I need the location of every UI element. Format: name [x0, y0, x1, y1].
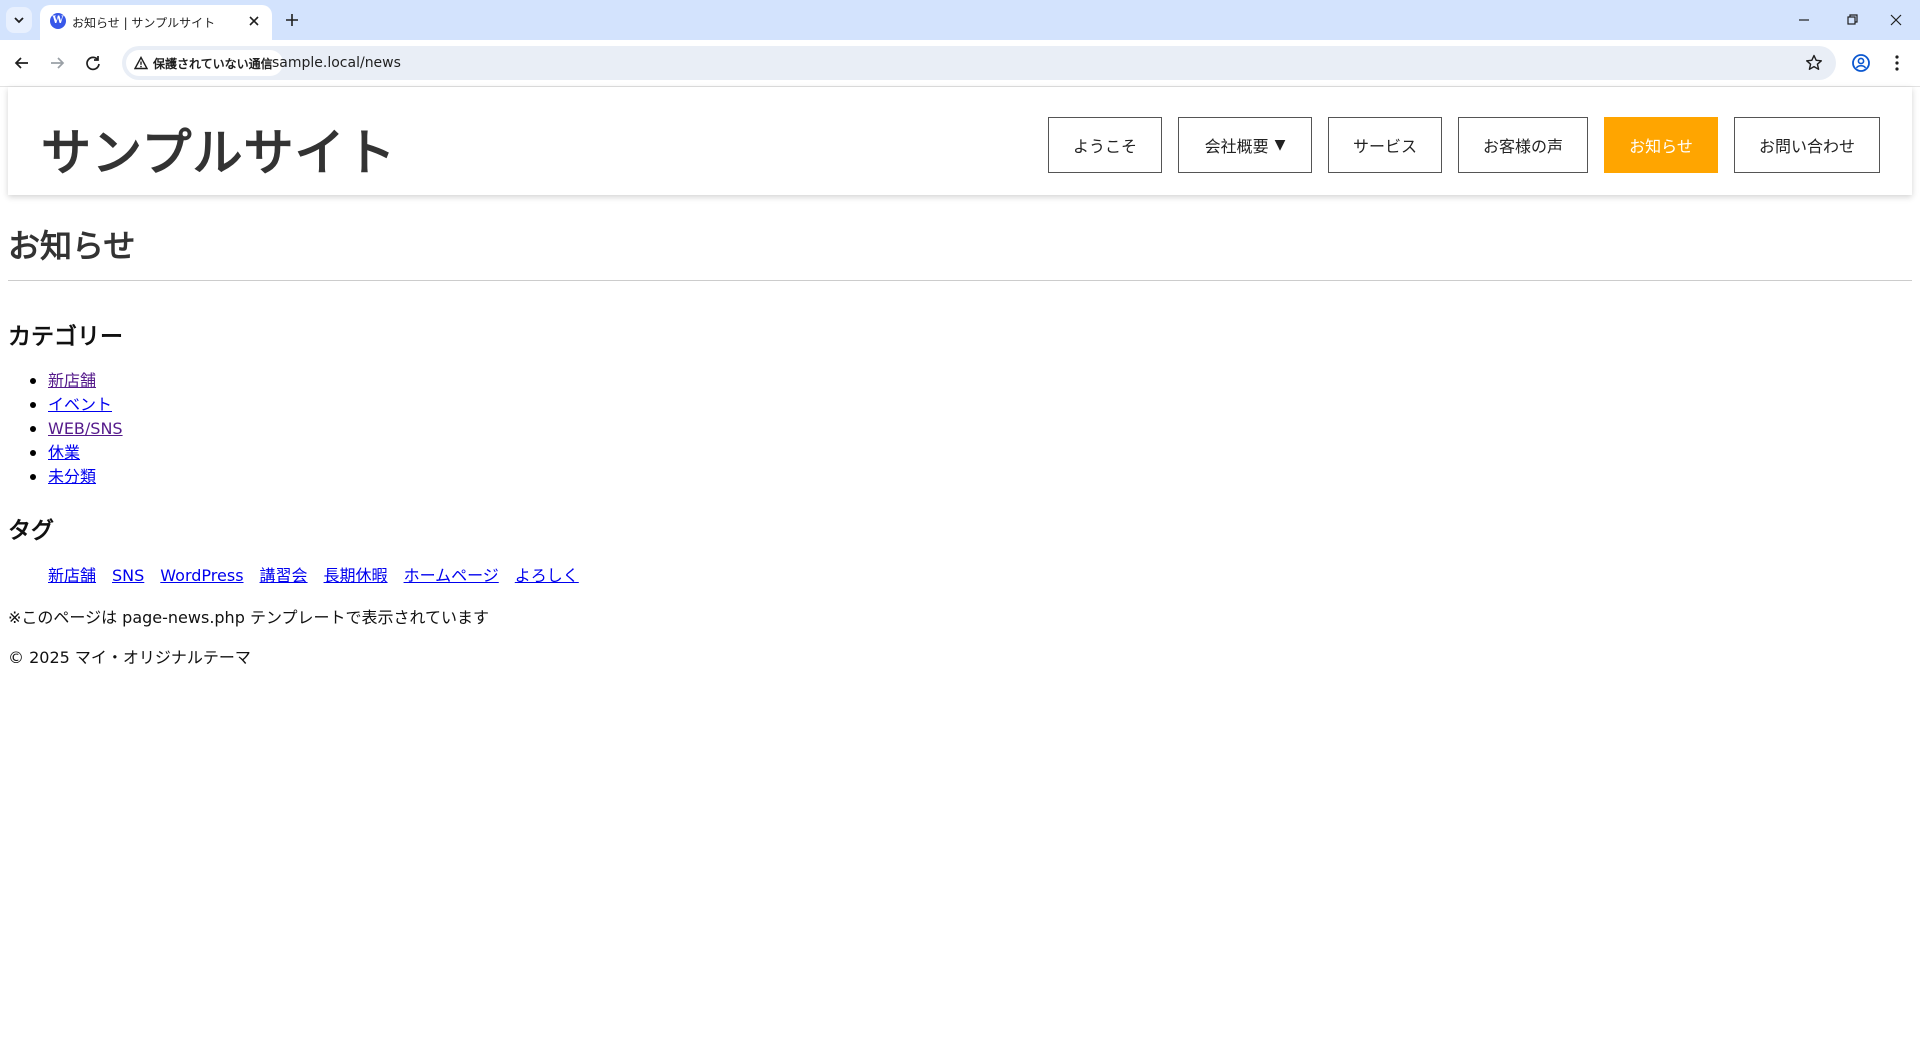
- tag-link[interactable]: よろしく: [515, 564, 579, 588]
- profile-button[interactable]: [1850, 52, 1872, 74]
- tag-link[interactable]: ホームページ: [404, 564, 499, 588]
- list-item: イベント: [8, 393, 123, 417]
- arrow-right-icon: [46, 52, 68, 74]
- address-bar[interactable]: 保護されていない通信 sample.local/news: [122, 46, 1836, 80]
- category-link[interactable]: 未分類: [48, 467, 96, 486]
- forward-button[interactable]: [46, 52, 68, 74]
- category-link[interactable]: イベント: [48, 395, 112, 414]
- divider: [8, 280, 1912, 281]
- site-title[interactable]: サンプルサイト: [41, 113, 397, 185]
- category-link[interactable]: 休業: [48, 443, 80, 462]
- list-item: 新店舗: [8, 369, 123, 393]
- nav-item-contact[interactable]: お問い合わせ: [1734, 117, 1880, 173]
- nav-item-welcome[interactable]: ようこそ: [1048, 117, 1162, 173]
- tag-link[interactable]: SNS: [112, 564, 144, 588]
- restore-button[interactable]: [1840, 8, 1864, 32]
- nav-item-company[interactable]: 会社概要 ▼: [1178, 117, 1312, 173]
- list-item: WEB/SNS: [8, 417, 123, 441]
- caret-down-icon: ▼: [1274, 137, 1286, 153]
- kebab-menu-icon: [1886, 52, 1908, 74]
- nav-item-services[interactable]: サービス: [1328, 117, 1442, 173]
- tab-strip: W お知らせ | サンプルサイト: [0, 0, 1920, 40]
- category-link[interactable]: 新店舗: [48, 371, 96, 390]
- url-text[interactable]: sample.local/news: [272, 55, 401, 71]
- arrow-left-icon: [11, 52, 33, 74]
- category-list: 新店舗 イベント WEB/SNS 休業 未分類: [8, 369, 123, 489]
- nav-item-testimonials[interactable]: お客様の声: [1458, 117, 1588, 173]
- browser-tab-active[interactable]: W お知らせ | サンプルサイト: [40, 5, 272, 40]
- tag-link[interactable]: WordPress: [160, 564, 243, 588]
- category-link[interactable]: WEB/SNS: [48, 419, 123, 438]
- minimize-icon: [1792, 8, 1816, 32]
- categories-heading: カテゴリー: [8, 324, 123, 350]
- nav-item-label: お問い合わせ: [1758, 137, 1855, 156]
- nav-item-label: お客様の声: [1482, 137, 1563, 156]
- security-chip[interactable]: 保護されていない通信: [126, 50, 283, 76]
- template-note: ※このページは page-news.php テンプレートで表示されています: [8, 608, 489, 627]
- reload-button[interactable]: [82, 52, 104, 74]
- star-icon: [1804, 53, 1824, 73]
- chevron-down-icon: [13, 14, 25, 26]
- tag-list: 新店舗 SNS WordPress 講習会 長期休暇 ホームページ よろしく: [48, 564, 579, 588]
- tag-link[interactable]: 新店舗: [48, 564, 96, 588]
- reload-icon: [82, 52, 104, 74]
- site-header: サンプルサイト ようこそ 会社概要 ▼ サービス お客様の声 お知らせ お問い合…: [8, 87, 1912, 195]
- main-nav: ようこそ 会社概要 ▼ サービス お客様の声 お知らせ お問い合わせ: [1048, 117, 1880, 173]
- nav-item-label: お知らせ: [1629, 137, 1693, 156]
- close-icon: [244, 11, 264, 31]
- tab-search-button[interactable]: [6, 7, 32, 33]
- minimize-button[interactable]: [1792, 8, 1816, 32]
- browser-menu-button[interactable]: [1886, 52, 1908, 74]
- tags-heading: タグ: [8, 518, 54, 544]
- security-label: 保護されていない通信: [153, 56, 273, 71]
- page-viewport: サンプルサイト ようこそ 会社概要 ▼ サービス お客様の声 お知らせ お問い合…: [0, 87, 1920, 1040]
- site-footer: © 2025 マイ・オリジナルテーマ: [8, 648, 251, 667]
- bookmark-button[interactable]: [1804, 53, 1824, 73]
- nav-item-label: サービス: [1352, 137, 1417, 156]
- tab-title: お知らせ | サンプルサイト: [72, 16, 216, 30]
- profile-icon: [1850, 52, 1872, 74]
- nav-item-label: 会社概要: [1204, 137, 1269, 156]
- restore-icon: [1840, 8, 1864, 32]
- page-title: お知らせ: [8, 227, 136, 265]
- warning-icon: [134, 56, 148, 70]
- new-tab-button[interactable]: [281, 9, 303, 31]
- nav-item-label: ようこそ: [1072, 137, 1137, 156]
- tag-link[interactable]: 講習会: [260, 564, 308, 588]
- browser-toolbar: 保護されていない通信 sample.local/news: [0, 40, 1920, 87]
- back-button[interactable]: [11, 52, 33, 74]
- wordpress-icon: W: [50, 13, 66, 29]
- list-item: 休業: [8, 441, 123, 465]
- list-item: 未分類: [8, 465, 123, 489]
- tag-link[interactable]: 長期休暇: [324, 564, 388, 588]
- nav-item-news[interactable]: お知らせ: [1604, 117, 1718, 173]
- tab-close-button[interactable]: [244, 11, 264, 31]
- close-icon: [1884, 8, 1908, 32]
- plus-icon: [281, 9, 303, 31]
- window-close-button[interactable]: [1884, 8, 1908, 32]
